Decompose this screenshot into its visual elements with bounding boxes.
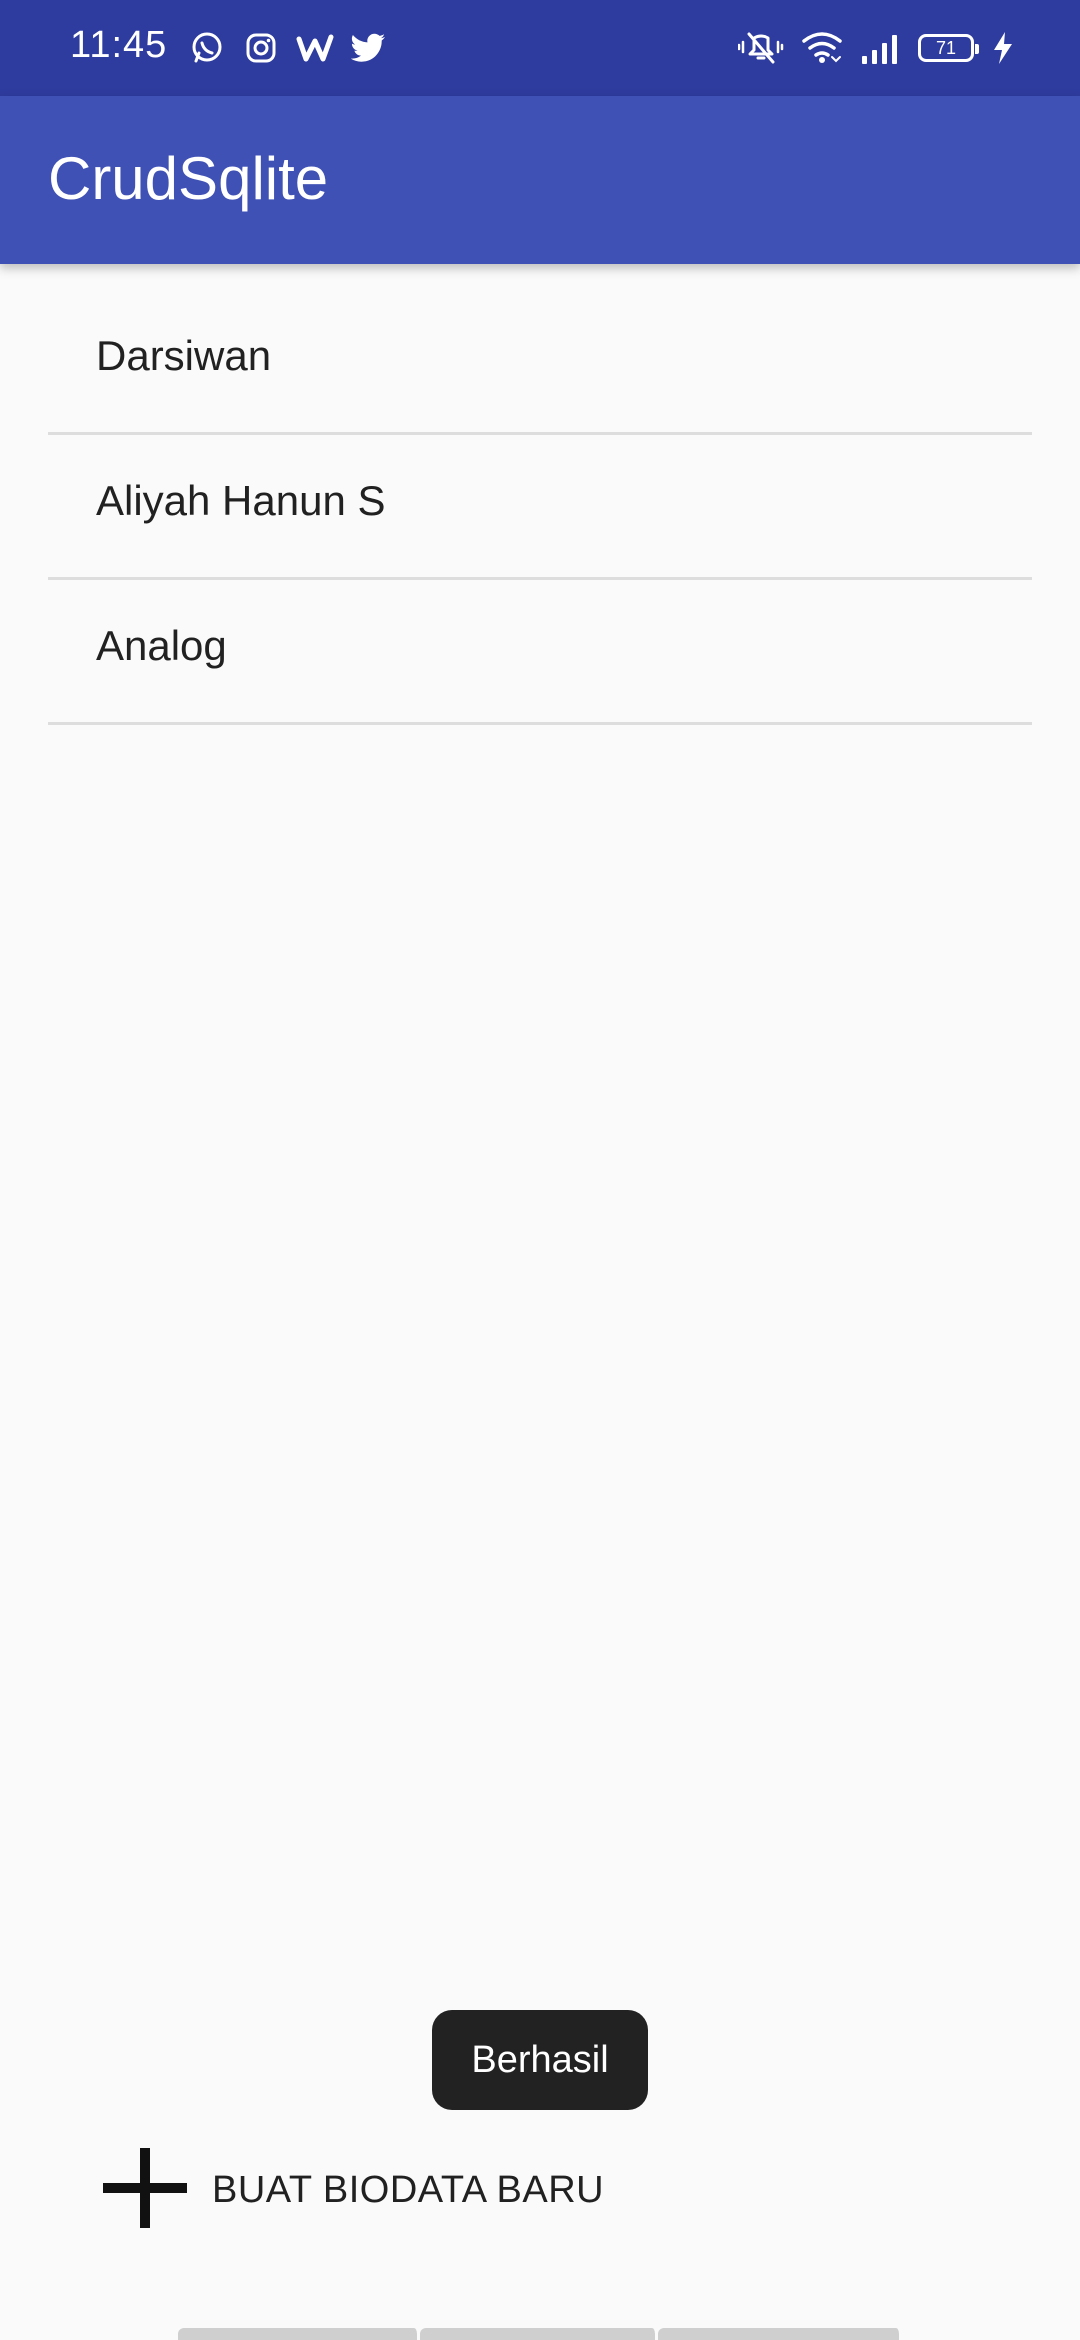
app-title: CrudSqlite [48, 145, 329, 212]
toast-text: Berhasil [471, 2038, 609, 2081]
whatsapp-icon [188, 29, 226, 67]
list-item-label: Analog [96, 622, 227, 669]
list-item-label: Aliyah Hanun S [96, 477, 386, 524]
list-item-label: Darsiwan [96, 332, 272, 379]
battery-icon: 71 [918, 34, 979, 62]
signal-icon [860, 29, 900, 67]
list-item[interactable]: Darsiwan [48, 290, 1032, 435]
status-time: 11:45 [70, 24, 168, 66]
instagram-icon [242, 29, 280, 67]
bottom-bar-segment [658, 2328, 902, 2340]
status-bar: 11:45 71 [0, 0, 1080, 96]
bottom-bar-segment [419, 2328, 659, 2340]
battery-level: 71 [935, 37, 957, 58]
vibrate-mute-icon [738, 29, 784, 67]
wifi-icon [802, 29, 842, 67]
create-biodata-button[interactable]: BUAT BIODATA BARU [100, 2140, 604, 2240]
system-status-icons: 71 [738, 28, 1014, 68]
bottom-bar-segment [178, 2328, 420, 2340]
twitter-icon [350, 29, 388, 67]
list-item[interactable]: Aliyah Hanun S [48, 435, 1032, 580]
biodata-list: Darsiwan Aliyah Hanun S Analog [48, 290, 1032, 725]
bottom-edge-bar [178, 2328, 902, 2340]
webtoon-icon [296, 29, 334, 67]
charging-icon [992, 29, 1014, 67]
app-bar: CrudSqlite [0, 96, 1080, 264]
list-item[interactable]: Analog [48, 580, 1032, 725]
notification-icons [188, 28, 388, 68]
toast-message: Berhasil [432, 2010, 648, 2110]
plus-icon [100, 2143, 190, 2238]
create-biodata-label: BUAT BIODATA BARU [212, 2168, 605, 2211]
